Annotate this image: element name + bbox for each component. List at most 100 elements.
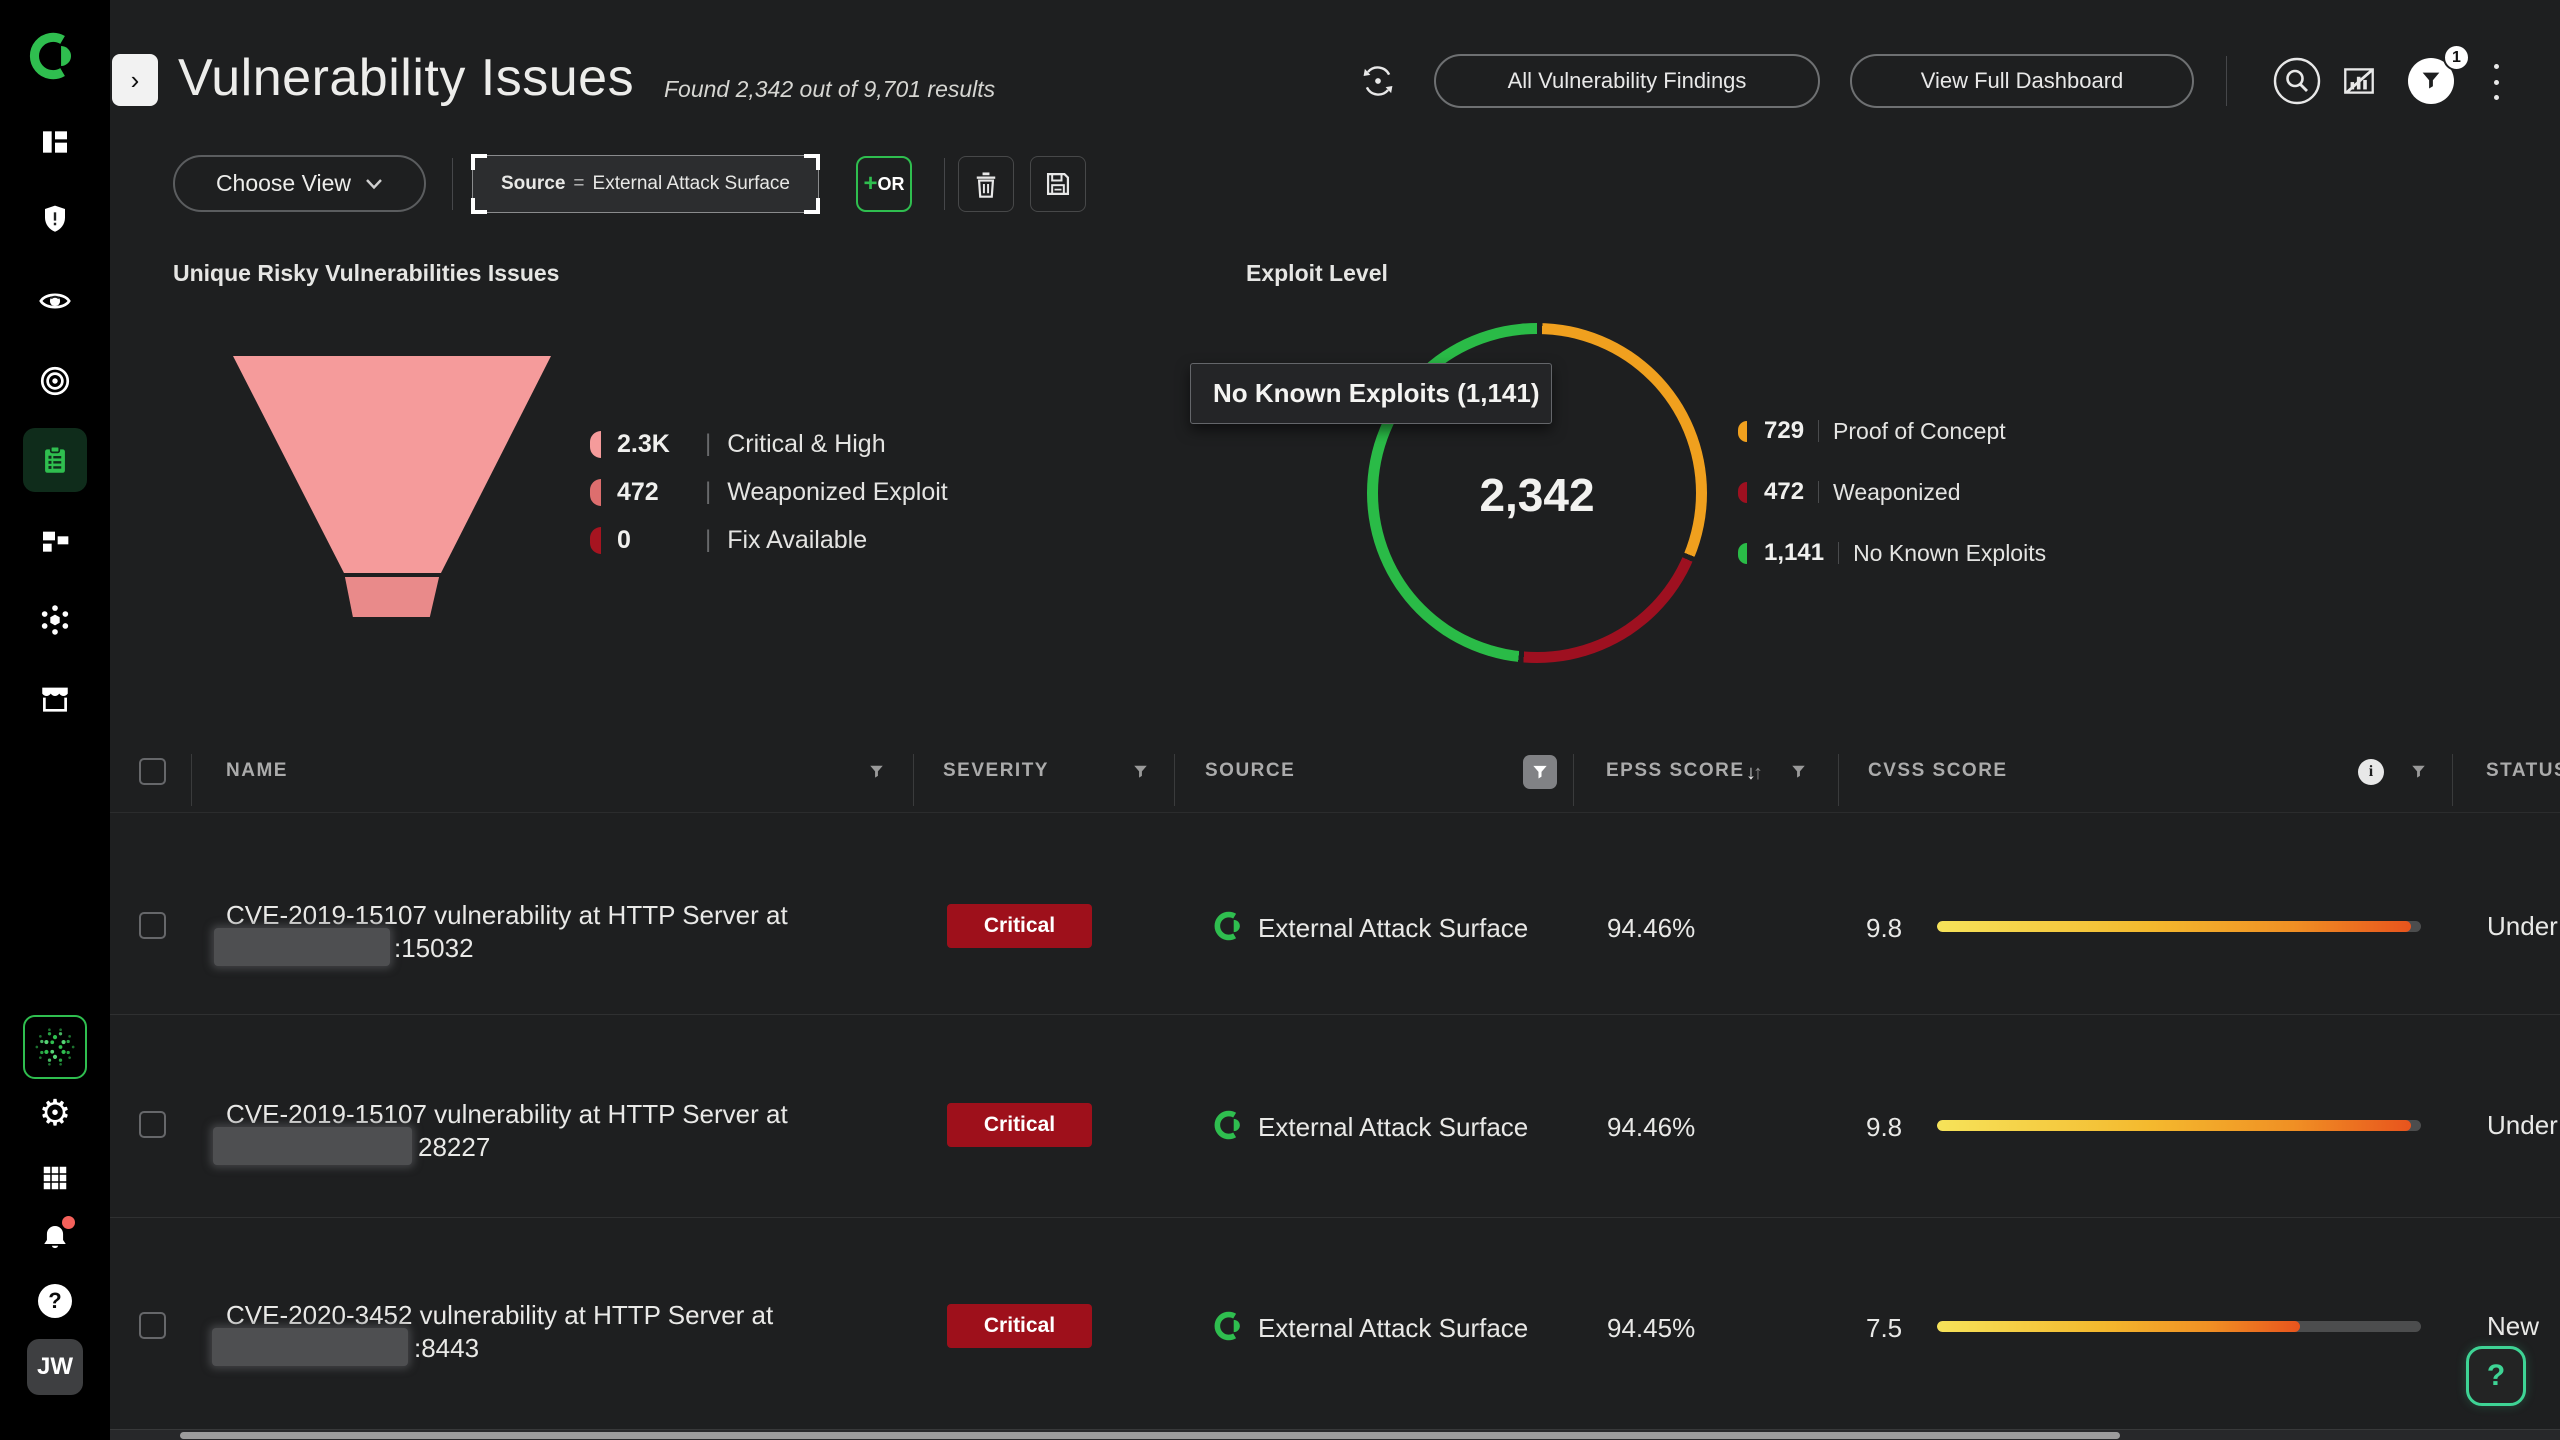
- stat-label: Critical & High: [727, 430, 885, 459]
- filter-bar-divider2: [944, 158, 945, 210]
- column-divider: [913, 754, 914, 806]
- refresh-icon[interactable]: [1359, 62, 1397, 100]
- column-header-cvss[interactable]: CVSS SCORE: [1868, 760, 2008, 782]
- legend-no-known-exploits[interactable]: 1,141 No Known Exploits: [1738, 539, 2046, 567]
- chip-corner: [804, 154, 820, 170]
- epss-filter-funnel-icon[interactable]: [1788, 762, 1808, 782]
- select-all-checkbox[interactable]: [139, 758, 166, 785]
- stat-label: Fix Available: [727, 526, 867, 555]
- clipboard-icon: [38, 443, 72, 477]
- view-full-dashboard-button[interactable]: View Full Dashboard: [1850, 54, 2194, 108]
- column-header-epss[interactable]: EPSS SCORE: [1606, 760, 1745, 782]
- stat-value: 0: [617, 526, 689, 555]
- panels-icon[interactable]: [37, 124, 73, 160]
- status-cell: Under I: [2487, 1099, 2560, 1151]
- ai-radar-icon[interactable]: [23, 1015, 87, 1079]
- cvss-filter-funnel-icon[interactable]: [2408, 762, 2428, 782]
- legend-marker: [1738, 421, 1747, 442]
- funnel-chart[interactable]: [233, 356, 551, 617]
- funnel-stat-weaponized: 472 | Weaponized Exploit: [590, 477, 948, 507]
- save-icon: [1044, 170, 1072, 198]
- avatar[interactable]: JW: [27, 1339, 83, 1395]
- search-icon[interactable]: [2272, 56, 2322, 106]
- cvss-score-cell: 9.8: [1866, 913, 1902, 944]
- cvss-info-icon[interactable]: i: [2358, 759, 2384, 785]
- vulnerability-name-suffix[interactable]: 28227: [418, 1132, 490, 1163]
- legend-divider: [1838, 542, 1839, 564]
- status-cell: New: [2487, 1300, 2539, 1352]
- shield-alert-icon[interactable]: [37, 201, 73, 237]
- brand-logo-icon[interactable]: [29, 30, 81, 82]
- help-glyph: ?: [38, 1284, 72, 1318]
- source-cell: External Attack Surface: [1258, 1313, 1528, 1344]
- source-filter-active-funnel-icon[interactable]: [1523, 755, 1557, 789]
- chart-edit-icon[interactable]: [2338, 60, 2380, 102]
- add-or-filter-button[interactable]: + OR: [856, 156, 912, 212]
- column-header-source[interactable]: SOURCE: [1205, 760, 1295, 782]
- eye-icon[interactable]: [37, 283, 73, 319]
- column-header-severity[interactable]: SEVERITY: [943, 760, 1049, 782]
- choose-view-dropdown[interactable]: Choose View: [173, 155, 426, 212]
- hscrollbar-thumb[interactable]: [180, 1432, 2120, 1439]
- help-button[interactable]: ?: [2466, 1346, 2526, 1406]
- sidebar: ⚙ ? JW: [0, 0, 110, 1440]
- vulnerability-name-line1[interactable]: CVE-2019-15107 vulnerability at HTTP Ser…: [226, 900, 788, 931]
- chevron-down-icon: [365, 178, 383, 190]
- help-icon[interactable]: ?: [37, 1283, 73, 1319]
- severity-filter-funnel-icon[interactable]: [1130, 762, 1150, 782]
- row-checkbox[interactable]: [139, 912, 166, 939]
- funnel-segment-weaponized[interactable]: [233, 577, 551, 617]
- name-filter-funnel-icon[interactable]: [866, 762, 886, 782]
- chip-operator: =: [573, 173, 584, 195]
- gear-icon[interactable]: ⚙: [37, 1095, 73, 1131]
- apps-grid-icon[interactable]: [37, 1160, 73, 1196]
- vulnerability-name-line1[interactable]: CVE-2020-3452 vulnerability at HTTP Serv…: [226, 1300, 773, 1331]
- funnel-segment-critical-high[interactable]: [233, 356, 551, 573]
- cluster-icon[interactable]: [37, 602, 73, 638]
- legend-value: 1,141: [1764, 539, 1824, 567]
- target-icon[interactable]: [37, 363, 73, 399]
- chip-field: Source: [501, 173, 565, 195]
- filter-count-badge: 1: [2443, 44, 2470, 71]
- stat-label: Weaponized Exploit: [727, 478, 948, 507]
- source-logo-icon: [1214, 1109, 1246, 1146]
- notifications-bell-icon[interactable]: [37, 1220, 73, 1256]
- severity-badge: Critical: [947, 904, 1092, 948]
- column-header-name[interactable]: NAME: [226, 760, 288, 782]
- kebab-menu-icon[interactable]: [2489, 64, 2503, 100]
- filter-chip-source[interactable]: Source = External Attack Surface: [472, 155, 819, 213]
- blocks-icon[interactable]: [37, 523, 73, 559]
- row-separator: [110, 1014, 2560, 1015]
- epss-sort-icon[interactable]: ↓↑: [1746, 762, 1760, 785]
- source-logo-icon: [1214, 910, 1246, 947]
- redacted-host: [213, 1127, 412, 1165]
- sidebar-item-vulnerabilities-active[interactable]: [23, 428, 87, 492]
- vulnerability-name-line1[interactable]: CVE-2019-15107 vulnerability at HTTP Ser…: [226, 1099, 788, 1130]
- source-cell: External Attack Surface: [1258, 1112, 1528, 1143]
- donut-tooltip: No Known Exploits (1,141): [1190, 363, 1552, 424]
- chip-corner: [471, 154, 487, 170]
- delete-filters-button[interactable]: [958, 156, 1014, 212]
- chip-value: External Attack Surface: [593, 173, 791, 195]
- storefront-icon[interactable]: [37, 681, 73, 717]
- column-divider: [1573, 754, 1574, 806]
- header-divider: [2226, 56, 2227, 106]
- filter-bar-divider: [452, 158, 453, 210]
- funnel-stat-fix-available: 0 | Fix Available: [590, 525, 867, 555]
- all-vulnerability-findings-button[interactable]: All Vulnerability Findings: [1434, 54, 1820, 108]
- save-view-button[interactable]: [1030, 156, 1086, 212]
- epss-score-cell: 94.46%: [1607, 913, 1695, 944]
- column-divider: [1174, 754, 1175, 806]
- column-header-status[interactable]: STATUS: [2486, 760, 2560, 782]
- vulnerability-name-suffix[interactable]: :15032: [394, 933, 474, 964]
- expand-sidebar-button[interactable]: ›: [112, 54, 158, 106]
- legend-value: 472: [1764, 478, 1804, 506]
- legend-weaponized[interactable]: 472 Weaponized: [1738, 478, 1961, 506]
- row-checkbox[interactable]: [139, 1111, 166, 1138]
- legend-proof-of-concept[interactable]: 729 Proof of Concept: [1738, 417, 2006, 445]
- vulnerability-name-suffix[interactable]: :8443: [414, 1333, 479, 1364]
- chip-corner: [804, 198, 820, 214]
- epss-score-cell: 94.46%: [1607, 1112, 1695, 1143]
- row-checkbox[interactable]: [139, 1312, 166, 1339]
- redacted-host: [214, 928, 390, 966]
